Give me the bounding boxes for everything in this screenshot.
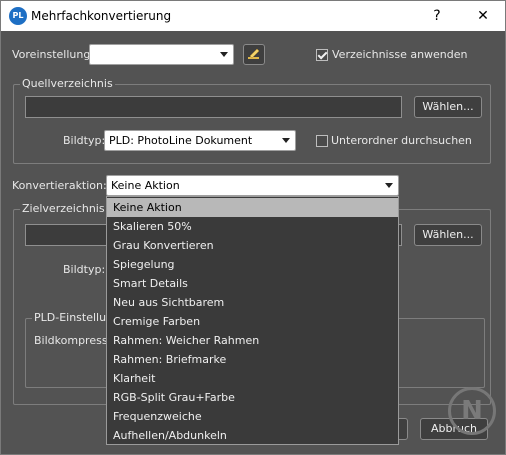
dropdown-option[interactable]: Cremige Farben <box>107 312 398 331</box>
dropdown-option[interactable]: Aufhellen/Abdunkeln <box>107 426 398 445</box>
source-group-title: Quellverzeichnis <box>20 77 115 90</box>
chevron-down-icon <box>220 52 228 57</box>
target-group-title: Zielverzeichnis <box>20 202 107 215</box>
source-type-value: PLD: PhotoLine Dokument <box>109 134 253 147</box>
apply-directories-label: Verzeichnisse anwenden <box>332 48 468 61</box>
preset-label: Voreinstellung: <box>12 48 95 61</box>
preset-edit-button[interactable] <box>243 44 265 65</box>
dropdown-option[interactable]: Grau Konvertieren <box>107 236 398 255</box>
preset-select[interactable] <box>89 44 234 65</box>
target-type-label: Bildtyp: <box>63 263 106 276</box>
dropdown-option[interactable]: Keine Aktion <box>107 198 398 217</box>
source-choose-button[interactable]: Wählen... <box>414 96 482 118</box>
dropdown-option[interactable]: Smart Details <box>107 274 398 293</box>
dropdown-option[interactable]: Klarheit <box>107 369 398 388</box>
dropdown-option[interactable]: Rahmen: Briefmarke <box>107 350 398 369</box>
apply-directories-checkbox[interactable] <box>316 49 328 61</box>
target-choose-button[interactable]: Wählen... <box>414 224 482 246</box>
dropdown-option[interactable]: Frequenzweiche <box>107 407 398 426</box>
dropdown-option[interactable]: Skalieren 50% <box>107 217 398 236</box>
title-bar: PL Mehrfachkonvertierung ? ✕ <box>0 0 506 31</box>
action-dropdown-list: Keine Aktion Skalieren 50% Grau Konverti… <box>106 196 399 445</box>
source-type-select[interactable]: PLD: PhotoLine Dokument <box>104 130 296 151</box>
dropdown-option[interactable]: RGB-Split Grau+Farbe <box>107 388 398 407</box>
close-button[interactable]: ✕ <box>463 1 503 31</box>
action-value: Keine Aktion <box>111 179 180 192</box>
edit-icon <box>248 48 260 59</box>
subfolders-label: Unterordner durchsuchen <box>331 134 472 147</box>
dropdown-option[interactable]: Neu aus Sichtbarem <box>107 293 398 312</box>
dropdown-option[interactable]: Spiegelung <box>107 255 398 274</box>
source-path-input[interactable] <box>25 96 402 118</box>
window-title: Mehrfachkonvertierung <box>31 9 172 23</box>
app-logo-icon: PL <box>9 7 27 25</box>
action-label: Konvertieraktion: <box>12 179 107 192</box>
chevron-down-icon <box>282 138 290 143</box>
dropdown-option[interactable]: Rahmen: Weicher Rahmen <box>107 331 398 350</box>
watermark-logo: N <box>448 387 496 435</box>
source-type-label: Bildtyp: <box>63 134 106 147</box>
action-select[interactable]: Keine Aktion <box>106 175 399 196</box>
subfolders-checkbox[interactable] <box>316 135 328 147</box>
help-button[interactable]: ? <box>417 1 457 31</box>
chevron-down-icon <box>385 183 393 188</box>
